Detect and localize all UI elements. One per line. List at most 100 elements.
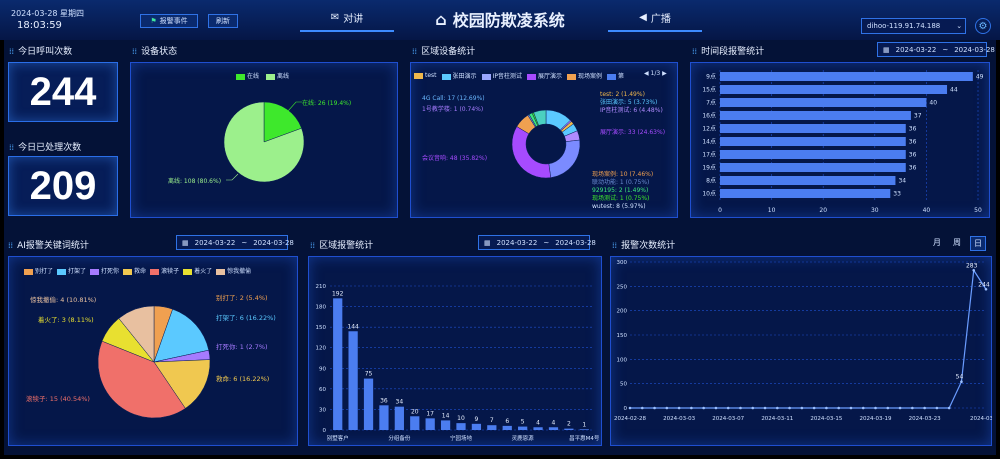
alarm-count-title: 报警次数统计 <box>612 238 675 251</box>
x-tick-label: 2024-03-11 <box>761 416 793 422</box>
donut-label: 1号教学楼: 1 (0.74%) <box>422 105 483 113</box>
donut-label: IP音柱测试: 6 (4.48%) <box>600 106 663 114</box>
region-devices-slice <box>511 126 552 179</box>
data-point <box>935 406 939 410</box>
value-label: 36 <box>909 152 917 159</box>
pie-label: 打架了: 6 (16.22%) <box>216 313 276 322</box>
y-tick-label: 200 <box>617 309 628 315</box>
x-tick-label: 2024-03-19 <box>860 416 892 422</box>
data-point <box>653 406 656 410</box>
bar <box>720 72 973 81</box>
y-tick-label: 150 <box>316 325 327 331</box>
data-point <box>849 406 853 410</box>
x-tick-label: 10 <box>768 207 776 214</box>
header-date: 2024-03-28 星期四 <box>11 9 85 18</box>
donut-label: 展厅演示: 33 (24.63%) <box>600 128 665 136</box>
tab-week[interactable]: 周 <box>950 236 964 251</box>
ai-alarm-pie: 别打了: 2 (5.4%) 打架了: 6 (16.22%) 打死你: 1 (2.7%… <box>26 293 276 419</box>
talk-button[interactable]: ✉ 对讲 <box>300 4 394 32</box>
refresh-button[interactable]: 刷新 <box>208 14 238 28</box>
server-select[interactable]: dihoo-119.91.74.188 ⌄ <box>861 18 966 34</box>
alarm-events-button[interactable]: ⚑ 报警事件 <box>140 14 198 28</box>
broadcast-label: 广播 <box>650 13 671 25</box>
pie-label: 滚犊子: 15 (40.54%) <box>26 394 90 403</box>
pie-label: 惊我撤偷: 4 (10.81%) <box>30 295 96 304</box>
data-point <box>665 406 669 410</box>
calls-value: 244 <box>8 62 118 122</box>
value-label: 144 <box>347 323 359 330</box>
value-label: 49 <box>976 74 984 81</box>
time-alarm-daterange[interactable]: ▦ 2024-03-22 ~2024-03-28 <box>877 42 995 57</box>
value-label: 1 <box>582 421 586 428</box>
donut-label: 929195: 2 (1.49%) <box>592 187 648 194</box>
speaker-icon: ◀ <box>639 11 647 23</box>
data-point <box>960 380 963 384</box>
value-label: 7 <box>490 417 494 424</box>
value-label: 14 <box>442 412 450 419</box>
point-label: 283 <box>966 262 978 269</box>
x-tick-label: 20 <box>819 207 827 214</box>
data-point <box>702 406 705 410</box>
pie-label: 打死你: 1 (2.7%) <box>216 342 268 351</box>
y-tick-label: 0 <box>624 406 628 412</box>
data-point <box>984 287 988 291</box>
data-point <box>788 406 791 410</box>
donut-label: 会议音响: 48 (35.82%) <box>422 154 487 162</box>
value-label: 9 <box>474 416 478 423</box>
calendar-icon: ▦ <box>484 238 491 247</box>
value-label: 37 <box>914 113 922 120</box>
x-label: 别墅客户 <box>327 434 349 442</box>
broadcast-button[interactable]: ◀ 广播 <box>608 4 702 32</box>
bar <box>720 98 927 107</box>
bar <box>425 418 435 430</box>
value-label: 2 <box>567 421 571 428</box>
tab-day[interactable]: 日 <box>970 236 986 251</box>
value-label: 192 <box>332 290 344 297</box>
time-alarm-title: 时间段报警统计 <box>692 44 764 57</box>
x-tick-label: 50 <box>974 207 982 214</box>
data-point <box>677 406 681 410</box>
bar <box>440 420 451 430</box>
category-label: 7点 <box>706 99 716 107</box>
data-point <box>874 406 877 410</box>
data-point <box>800 406 804 410</box>
handled-value: 209 <box>8 156 118 216</box>
data-point <box>837 406 840 410</box>
pie-label: 别打了: 2 (5.4%) <box>216 293 268 302</box>
bar <box>456 423 466 430</box>
tab-month[interactable]: 月 <box>930 236 944 251</box>
x-label: 灵鹿恩源 <box>512 434 535 442</box>
data-point <box>972 268 976 272</box>
bar <box>564 428 574 430</box>
x-label: 分组备份 <box>388 434 411 442</box>
category-label: 8点 <box>706 177 716 185</box>
value-label: 33 <box>893 191 901 198</box>
y-tick-label: 120 <box>316 346 327 352</box>
gear-icon[interactable]: ⚙ <box>975 18 991 34</box>
value-label: 36 <box>909 165 917 172</box>
ai-alarm-daterange[interactable]: ▦ 2024-03-22 ~2024-03-28 <box>176 235 294 250</box>
data-point <box>690 406 693 410</box>
value-label: 44 <box>950 87 958 94</box>
value-label: 75 <box>365 371 373 378</box>
header-time: 18:03:59 <box>17 20 62 31</box>
region-alarm-daterange[interactable]: ▦ 2024-03-22 ~2024-03-28 <box>478 235 596 250</box>
x-tick-label: 30 <box>871 207 879 214</box>
value-label: 40 <box>929 100 937 107</box>
data-point <box>640 406 644 410</box>
pie-label: 救命: 6 (16.22%) <box>216 374 269 383</box>
x-tick-label: 2024-03-15 <box>810 416 842 422</box>
category-label: 12点 <box>702 125 716 133</box>
point-label: 244 <box>978 281 990 288</box>
alarm-icon: ⚑ <box>150 17 157 25</box>
data-point <box>947 406 951 410</box>
data-point <box>726 406 730 410</box>
value-label: 34 <box>898 178 906 185</box>
bar <box>533 427 543 430</box>
data-point <box>776 406 779 410</box>
bar <box>487 425 497 430</box>
x-tick-label: 2024-03-03 <box>663 416 695 422</box>
bar <box>410 416 420 430</box>
category-label: 16点 <box>702 112 716 120</box>
chat-icon: ✉ <box>330 11 340 23</box>
